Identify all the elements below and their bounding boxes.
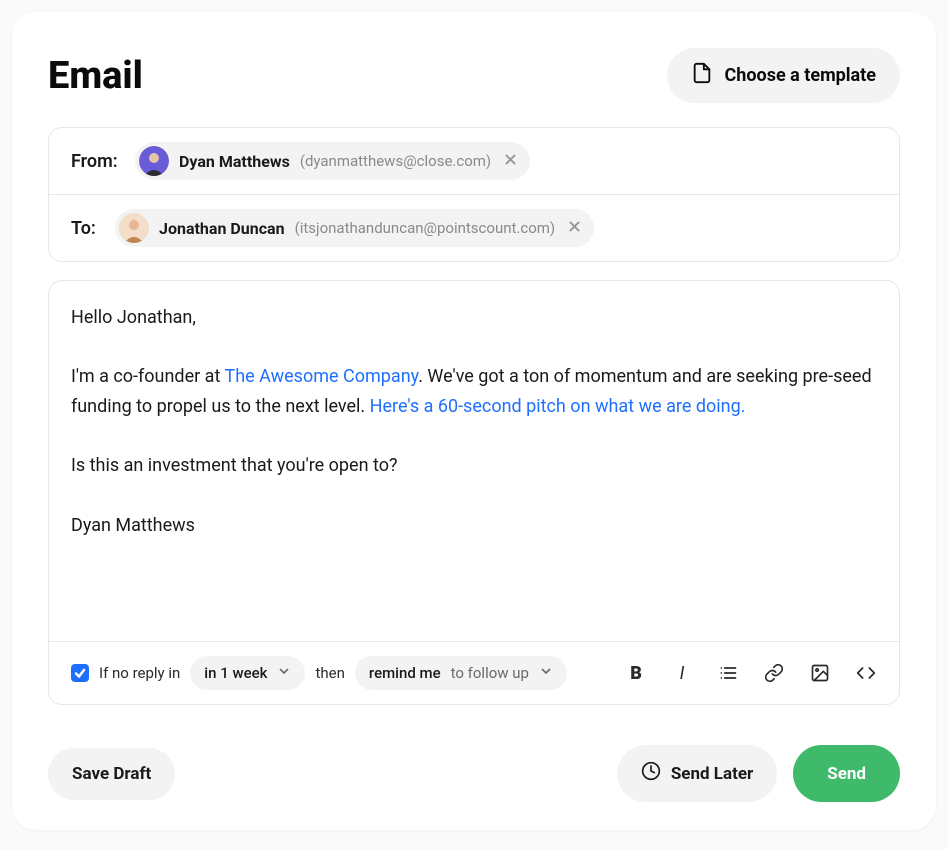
chevron-down-icon	[277, 664, 291, 682]
from-name: Dyan Matthews	[179, 152, 290, 171]
page-title: Email	[48, 54, 143, 98]
editor-footer: If no reply in in 1 week then remind me …	[49, 641, 899, 704]
followup-checkbox[interactable]	[71, 664, 89, 682]
close-icon[interactable]	[501, 153, 520, 169]
link-button[interactable]	[763, 662, 785, 684]
from-label: From:	[71, 151, 121, 172]
email-composer: Email Choose a template From: Dyan Matth…	[12, 12, 936, 830]
action-bar-right: Send Later Send	[617, 745, 900, 802]
to-row[interactable]: To: Jonathan Duncan (itsjonathanduncan@p…	[49, 194, 899, 261]
followup-action-select[interactable]: remind me to follow up	[355, 656, 567, 690]
choose-template-label: Choose a template	[725, 65, 876, 86]
list-button[interactable]	[717, 662, 739, 684]
followup-action-hint: to follow up	[451, 664, 529, 682]
followup-if-text: If no reply in	[99, 664, 180, 682]
address-block: From: Dyan Matthews (dyanmatthews@close.…	[48, 127, 900, 262]
from-chip[interactable]: Dyan Matthews (dyanmatthews@close.com)	[135, 142, 530, 180]
signature: Dyan Matthews	[71, 511, 877, 541]
message-body[interactable]: Hello Jonathan, I'm a co-founder at The …	[49, 281, 899, 641]
to-label: To:	[71, 218, 101, 239]
followup-time-select[interactable]: in 1 week	[190, 656, 305, 690]
avatar	[139, 146, 169, 176]
action-bar: Save Draft Send Later Send	[48, 745, 900, 802]
to-chip[interactable]: Jonathan Duncan (itsjonathanduncan@point…	[115, 209, 594, 247]
document-icon	[691, 62, 713, 89]
editor: Hello Jonathan, I'm a co-founder at The …	[48, 280, 900, 705]
greeting: Hello Jonathan,	[71, 303, 877, 333]
choose-template-button[interactable]: Choose a template	[667, 48, 900, 103]
send-later-button[interactable]: Send Later	[617, 745, 777, 802]
from-email: (dyanmatthews@close.com)	[300, 152, 491, 170]
save-draft-button[interactable]: Save Draft	[48, 748, 175, 800]
company-link[interactable]: The Awesome Company	[224, 366, 418, 387]
italic-button[interactable]: I	[671, 662, 693, 684]
bold-button[interactable]: B	[625, 662, 647, 684]
paragraph-1: I'm a co-founder at The Awesome Company.…	[71, 362, 877, 421]
header: Email Choose a template	[48, 48, 900, 103]
close-icon[interactable]	[565, 220, 584, 236]
followup-then-text: then	[315, 664, 344, 682]
to-email: (itsjonathanduncan@pointscount.com)	[295, 219, 556, 237]
chevron-down-icon	[539, 664, 553, 682]
clock-icon	[641, 761, 661, 786]
followup-action-value: remind me	[369, 664, 441, 682]
paragraph-2: Is this an investment that you're open t…	[71, 451, 877, 481]
to-name: Jonathan Duncan	[159, 219, 285, 238]
pitch-link[interactable]: Here's a 60-second pitch on what we are …	[370, 396, 746, 417]
from-row[interactable]: From: Dyan Matthews (dyanmatthews@close.…	[49, 128, 899, 194]
followup-time-value: in 1 week	[204, 664, 267, 682]
format-toolbar: B I	[625, 662, 877, 684]
followup-controls: If no reply in in 1 week then remind me …	[71, 656, 567, 690]
send-button[interactable]: Send	[793, 745, 900, 802]
image-button[interactable]	[809, 662, 831, 684]
avatar	[119, 213, 149, 243]
code-button[interactable]	[855, 662, 877, 684]
